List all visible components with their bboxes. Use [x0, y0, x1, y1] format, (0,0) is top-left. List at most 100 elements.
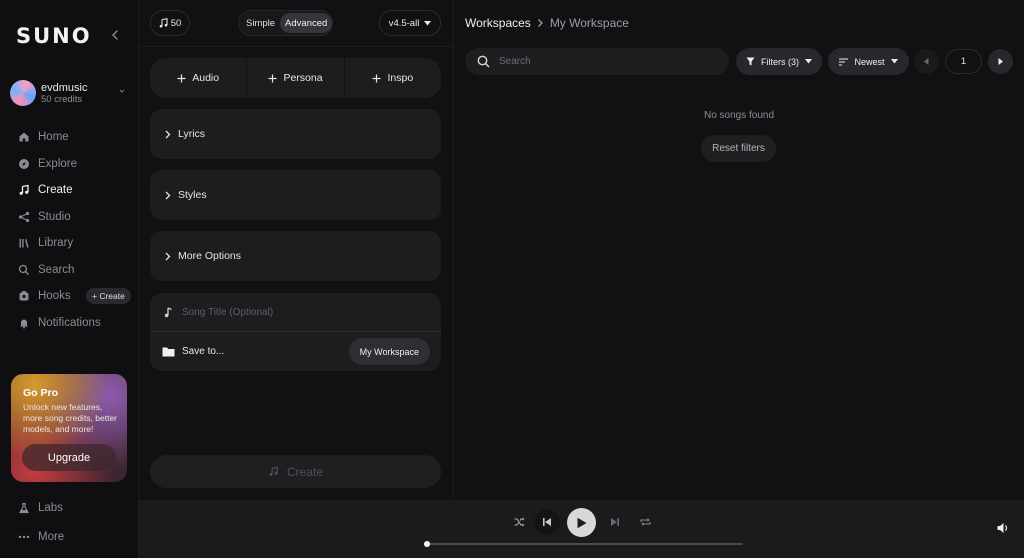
- hooks-icon: [18, 290, 30, 302]
- nav-label: Labs: [38, 501, 63, 514]
- song-title-row: [150, 293, 441, 332]
- nav-label: Notifications: [38, 316, 101, 329]
- song-details-card: Save to... My Workspace: [150, 293, 441, 371]
- chevron-right-icon: [537, 18, 544, 28]
- search-input[interactable]: [499, 56, 709, 67]
- nav-label: Search: [38, 263, 75, 276]
- skip-forward-icon[interactable]: [609, 516, 621, 528]
- save-to-row: Save to... My Workspace: [150, 332, 441, 371]
- progress-slider[interactable]: [424, 541, 743, 547]
- compass-icon: [18, 158, 30, 170]
- styles-section-toggle[interactable]: Styles: [150, 170, 441, 220]
- nav-label: Home: [38, 131, 69, 144]
- search-icon: [18, 264, 30, 276]
- song-search-box: [465, 48, 729, 75]
- nav-item-more[interactable]: More: [0, 522, 139, 551]
- reset-filters-button[interactable]: Reset filters: [701, 135, 776, 162]
- breadcrumb-workspaces-link[interactable]: Workspaces: [465, 16, 531, 30]
- caret-down-icon: [890, 59, 898, 64]
- library-icon: [18, 237, 30, 249]
- more-dots-icon: [18, 531, 30, 543]
- filters-button[interactable]: Filters (3): [736, 48, 822, 75]
- section-label: Lyrics: [178, 128, 206, 140]
- add-inspo-button[interactable]: Inspo: [345, 58, 441, 98]
- breadcrumb: Workspaces My Workspace: [465, 16, 629, 30]
- mode-advanced-button[interactable]: Advanced: [280, 13, 333, 33]
- plus-icon: [372, 74, 381, 83]
- nav-item-create[interactable]: Create: [0, 177, 139, 204]
- lyrics-section-toggle[interactable]: Lyrics: [150, 109, 441, 159]
- more-options-section-toggle[interactable]: More Options: [150, 231, 441, 281]
- workspace-select-button[interactable]: My Workspace: [348, 338, 430, 365]
- volume-icon[interactable]: [996, 521, 1010, 535]
- nav-label: More: [38, 530, 65, 543]
- add-inspo-label: Inspo: [387, 72, 414, 84]
- main-nav: Home Explore Create Studio Library Searc…: [0, 124, 139, 336]
- add-audio-button[interactable]: Audio: [150, 58, 248, 98]
- upgrade-button[interactable]: Upgrade: [22, 444, 116, 471]
- nav-item-library[interactable]: Library: [0, 230, 139, 257]
- play-button[interactable]: [567, 508, 596, 537]
- page-number[interactable]: 1: [945, 49, 982, 74]
- promo-description: Unlock new features, more song credits, …: [23, 402, 118, 434]
- nav-item-home[interactable]: Home: [0, 124, 139, 151]
- sort-button[interactable]: Newest: [828, 48, 909, 75]
- model-label: v4.5-all: [388, 17, 420, 29]
- nav-item-labs[interactable]: Labs: [0, 493, 139, 522]
- credit-count: 50: [170, 17, 182, 29]
- music-note-icon: [159, 18, 168, 28]
- folder-icon: [162, 346, 175, 357]
- mode-toggle: Simple Advanced: [238, 10, 333, 36]
- nav-label: Explore: [38, 157, 77, 170]
- music-note-icon: [164, 306, 173, 318]
- credit-counter[interactable]: 50: [150, 10, 190, 36]
- mode-simple-button[interactable]: Simple: [241, 13, 280, 33]
- add-buttons-row: Audio Persona Inspo: [150, 58, 441, 98]
- filter-icon: [746, 57, 755, 66]
- hooks-create-button[interactable]: + Create: [86, 288, 131, 304]
- chevron-right-icon: [164, 130, 171, 139]
- create-panel: 50 Simple Advanced v4.5-all Audio Person…: [139, 0, 454, 500]
- previous-track-button[interactable]: [534, 509, 560, 535]
- caret-down-icon: [805, 59, 812, 64]
- nav-item-notifications[interactable]: Notifications: [0, 310, 139, 337]
- bell-icon: [18, 317, 30, 329]
- plus-icon: [268, 74, 277, 83]
- song-title-input[interactable]: [182, 306, 412, 318]
- empty-state-message: No songs found: [703, 110, 775, 121]
- caret-down-icon: [424, 20, 432, 26]
- secondary-nav: Labs More: [0, 493, 139, 551]
- suno-logo[interactable]: SUNO: [16, 24, 92, 48]
- create-button-label: Create: [286, 464, 324, 479]
- workspace-panel: Workspaces My Workspace Filters (3) Newe…: [454, 0, 1024, 500]
- shuffle-icon[interactable]: [513, 516, 525, 528]
- playback-bar: [139, 500, 1024, 558]
- profile-name: evdmusic: [41, 82, 88, 94]
- add-persona-button[interactable]: Persona: [247, 58, 345, 98]
- collapse-sidebar-icon[interactable]: [108, 28, 122, 42]
- nav-label: Create: [38, 184, 73, 197]
- nav-label: Library: [38, 237, 74, 250]
- next-page-button[interactable]: [988, 49, 1013, 74]
- nav-item-search[interactable]: Search: [0, 257, 139, 284]
- repeat-icon[interactable]: [639, 516, 651, 528]
- nav-label: Hooks: [38, 290, 71, 303]
- section-label: More Options: [178, 250, 242, 262]
- plus-icon: [177, 74, 186, 83]
- nav-item-explore[interactable]: Explore: [0, 151, 139, 178]
- previous-page-button[interactable]: [914, 49, 939, 74]
- skip-back-icon: [542, 517, 552, 527]
- save-to-label: Save to...: [182, 346, 225, 357]
- profile-menu[interactable]: evdmusic 50 credits: [10, 80, 128, 106]
- promo-title: Go Pro: [23, 387, 59, 399]
- nav-item-hooks[interactable]: Hooks + Create: [0, 283, 139, 310]
- create-song-button[interactable]: Create: [150, 455, 441, 488]
- model-select[interactable]: v4.5-all: [379, 10, 441, 36]
- home-icon: [18, 131, 30, 143]
- nav-item-studio[interactable]: Studio: [0, 204, 139, 231]
- progress-handle[interactable]: [424, 541, 430, 547]
- search-icon: [477, 55, 490, 68]
- breadcrumb-current: My Workspace: [549, 16, 629, 30]
- filters-label: Filters (3): [761, 56, 799, 67]
- go-pro-card: Go Pro Unlock new features, more song cr…: [11, 374, 127, 482]
